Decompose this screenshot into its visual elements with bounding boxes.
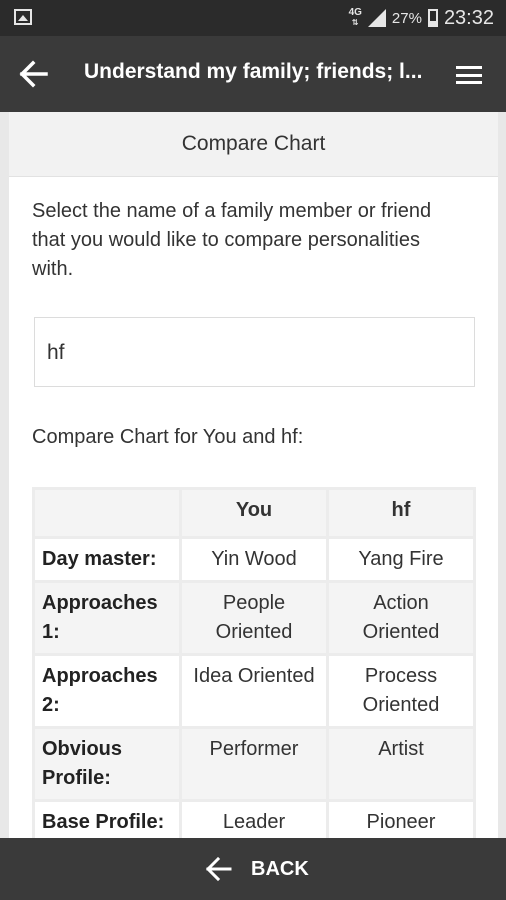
signal-icon — [367, 9, 386, 27]
compare-card: Compare Chart Select the name of a famil… — [9, 112, 498, 838]
table-row: Approaches 2: Idea Oriented Process Orie… — [35, 656, 473, 726]
header-you: You — [182, 490, 326, 536]
table-row: Day master: Yin Wood Yang Fire — [35, 539, 473, 580]
status-indicators: 4G ⇅ 27% 23:32 — [349, 0, 494, 36]
hf-value: Action Oriented — [329, 583, 473, 653]
you-value: Idea Oriented — [182, 656, 326, 726]
you-value: Leader — [182, 802, 326, 838]
network-type: 4G ⇅ — [348, 7, 362, 28]
you-value: Performer — [182, 729, 326, 799]
row-label: Approaches 2: — [35, 656, 179, 726]
battery-percent: 27% — [391, 9, 422, 27]
table-row: Approaches 1: People Oriented Action Ori… — [35, 583, 473, 653]
row-label: Base Profile: — [35, 802, 179, 838]
header-hf: hf — [329, 490, 473, 536]
back-button[interactable]: BACK — [205, 852, 309, 886]
gallery-icon — [14, 9, 32, 25]
hf-value: Yang Fire — [329, 539, 473, 580]
compare-title: Compare Chart for You and hf: — [32, 426, 304, 448]
row-label: Day master: — [35, 539, 179, 580]
back-arrow-icon — [205, 856, 232, 882]
name-select-field[interactable]: hf — [34, 317, 475, 387]
back-arrow-icon[interactable] — [18, 58, 50, 90]
table-row: Base Profile: Leader Pioneer — [35, 802, 473, 838]
hf-value: Process Oriented — [329, 656, 473, 726]
hf-value: Pioneer — [329, 802, 473, 838]
card-header: Compare Chart — [9, 112, 498, 177]
battery-icon — [427, 9, 438, 27]
table-row: Obvious Profile: Performer Artist — [35, 729, 473, 799]
you-value: Yin Wood — [182, 539, 326, 580]
header-blank-cell — [35, 490, 179, 536]
instruction-text: Select the name of a family member or fr… — [32, 200, 432, 280]
compare-table: You hf Day master: Yin Wood Yang Fire Ap… — [32, 487, 476, 838]
back-button-label: BACK — [251, 857, 309, 880]
menu-icon[interactable] — [456, 66, 482, 84]
row-label: Approaches 1: — [35, 583, 179, 653]
hf-value: Artist — [329, 729, 473, 799]
row-label: Obvious Profile: — [35, 729, 179, 799]
you-value: People Oriented — [182, 583, 326, 653]
clock: 23:32 — [443, 6, 494, 29]
bottom-bar: BACK — [0, 838, 506, 900]
status-bar: 4G ⇅ 27% 23:32 — [0, 0, 506, 36]
table-header-row: You hf — [35, 490, 473, 536]
app-bar-title: Understand my family; friends; l... — [84, 60, 423, 83]
app-bar: Understand my family; friends; l... — [0, 36, 506, 112]
